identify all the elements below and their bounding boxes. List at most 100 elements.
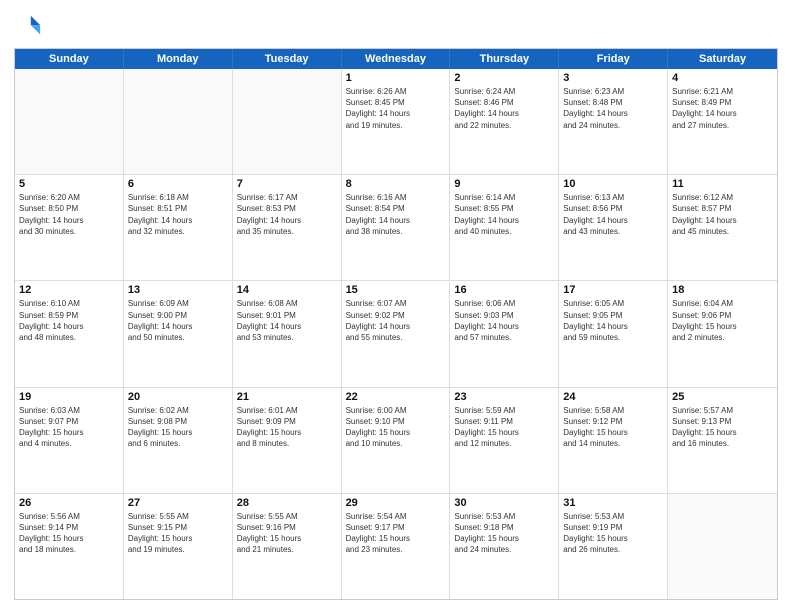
day-info: Sunrise: 6:14 AM Sunset: 8:55 PM Dayligh…: [454, 192, 554, 237]
day-number: 6: [128, 178, 228, 190]
day-cell: 18Sunrise: 6:04 AM Sunset: 9:06 PM Dayli…: [668, 281, 777, 386]
day-cell: 13 Sunrise: 6:09 AM Sunset: 9:00 PM Dayli…: [124, 281, 233, 386]
week-row-3: 12 Sunrise: 6:10 AM Sunset: 8:59 PM Dayli…: [15, 281, 777, 387]
day-cell: 24 Sunrise: 5:58 AM Sunset: 9:12 PM Dayli…: [559, 388, 668, 493]
day-cell: 3Sunrise: 6:23 AM Sunset: 8:48 PM Daylig…: [559, 69, 668, 174]
header: [14, 12, 778, 40]
day-header-tuesday: Tuesday: [233, 49, 342, 69]
day-number: 14: [237, 284, 337, 296]
day-number: 22: [346, 391, 446, 403]
day-cell: 4 Sunrise: 6:21 AM Sunset: 8:49 PM Daylig…: [668, 69, 777, 174]
day-info: Sunrise: 6:16 AM Sunset: 8:54 PM Dayligh…: [346, 192, 446, 237]
week-row-4: 19 Sunrise: 6:03 AM Sunset: 9:07 PM Dayli…: [15, 388, 777, 494]
day-cell: 29 Sunrise: 5:54 AM Sunset: 9:17 PM Dayli…: [342, 494, 451, 599]
day-header-thursday: Thursday: [450, 49, 559, 69]
page: SundayMondayTuesdayWednesdayThursdayFrid…: [0, 0, 792, 612]
day-number: 15: [346, 284, 446, 296]
day-info: Sunrise: 6:13 AM Sunset: 8:56 PM Dayligh…: [563, 192, 663, 237]
day-cell: 23 Sunrise: 5:59 AM Sunset: 9:11 PM Dayli…: [450, 388, 559, 493]
day-info: Sunrise: 6:26 AM Sunset: 8:45 PM Dayligh…: [346, 86, 446, 131]
day-headers: SundayMondayTuesdayWednesdayThursdayFrid…: [15, 49, 777, 69]
day-info: Sunrise: 6:03 AM Sunset: 9:07 PM Dayligh…: [19, 405, 119, 450]
day-number: 5: [19, 178, 119, 190]
day-cell: 9 Sunrise: 6:14 AM Sunset: 8:55 PM Daylig…: [450, 175, 559, 280]
day-cell: 6 Sunrise: 6:18 AM Sunset: 8:51 PM Daylig…: [124, 175, 233, 280]
day-cell: 25 Sunrise: 5:57 AM Sunset: 9:13 PM Dayli…: [668, 388, 777, 493]
day-number: 31: [563, 497, 663, 509]
day-number: 24: [563, 391, 663, 403]
day-cell: 22 Sunrise: 6:00 AM Sunset: 9:10 PM Dayli…: [342, 388, 451, 493]
day-number: 19: [19, 391, 119, 403]
calendar-body: 1 Sunrise: 6:26 AM Sunset: 8:45 PM Daylig…: [15, 69, 777, 599]
day-number: 20: [128, 391, 228, 403]
day-info: Sunrise: 6:21 AM Sunset: 8:49 PM Dayligh…: [672, 86, 773, 131]
week-row-1: 1 Sunrise: 6:26 AM Sunset: 8:45 PM Daylig…: [15, 69, 777, 175]
day-cell: 31 Sunrise: 5:53 AM Sunset: 9:19 PM Dayli…: [559, 494, 668, 599]
day-number: 11: [672, 178, 773, 190]
day-info: Sunrise: 6:00 AM Sunset: 9:10 PM Dayligh…: [346, 405, 446, 450]
day-info: Sunrise: 5:54 AM Sunset: 9:17 PM Dayligh…: [346, 511, 446, 556]
day-info: Sunrise: 6:24 AM Sunset: 8:46 PM Dayligh…: [454, 86, 554, 131]
day-info: Sunrise: 5:53 AM Sunset: 9:18 PM Dayligh…: [454, 511, 554, 556]
day-number: 26: [19, 497, 119, 509]
day-info: Sunrise: 5:57 AM Sunset: 9:13 PM Dayligh…: [672, 405, 773, 450]
day-number: 28: [237, 497, 337, 509]
day-cell: 27Sunrise: 5:55 AM Sunset: 9:15 PM Dayli…: [124, 494, 233, 599]
day-number: 17: [563, 284, 663, 296]
day-number: 10: [563, 178, 663, 190]
day-cell: [124, 69, 233, 174]
day-cell: 2Sunrise: 6:24 AM Sunset: 8:46 PM Daylig…: [450, 69, 559, 174]
day-header-sunday: Sunday: [15, 49, 124, 69]
logo-icon: [14, 12, 42, 40]
day-info: Sunrise: 6:10 AM Sunset: 8:59 PM Dayligh…: [19, 298, 119, 343]
day-number: 4: [672, 72, 773, 84]
day-number: 18: [672, 284, 773, 296]
day-cell: 20 Sunrise: 6:02 AM Sunset: 9:08 PM Dayli…: [124, 388, 233, 493]
day-number: 9: [454, 178, 554, 190]
day-number: 12: [19, 284, 119, 296]
day-number: 8: [346, 178, 446, 190]
day-cell: 7 Sunrise: 6:17 AM Sunset: 8:53 PM Daylig…: [233, 175, 342, 280]
day-number: 29: [346, 497, 446, 509]
day-info: Sunrise: 5:58 AM Sunset: 9:12 PM Dayligh…: [563, 405, 663, 450]
day-info: Sunrise: 5:55 AM Sunset: 9:15 PM Dayligh…: [128, 511, 228, 556]
day-number: 23: [454, 391, 554, 403]
day-cell: 1 Sunrise: 6:26 AM Sunset: 8:45 PM Daylig…: [342, 69, 451, 174]
day-info: Sunrise: 5:55 AM Sunset: 9:16 PM Dayligh…: [237, 511, 337, 556]
day-number: 21: [237, 391, 337, 403]
day-cell: 17 Sunrise: 6:05 AM Sunset: 9:05 PM Dayli…: [559, 281, 668, 386]
day-info: Sunrise: 6:17 AM Sunset: 8:53 PM Dayligh…: [237, 192, 337, 237]
day-cell: [668, 494, 777, 599]
day-cell: 14 Sunrise: 6:08 AM Sunset: 9:01 PM Dayli…: [233, 281, 342, 386]
calendar: SundayMondayTuesdayWednesdayThursdayFrid…: [14, 48, 778, 600]
day-info: Sunrise: 6:05 AM Sunset: 9:05 PM Dayligh…: [563, 298, 663, 343]
day-cell: 30 Sunrise: 5:53 AM Sunset: 9:18 PM Dayli…: [450, 494, 559, 599]
day-number: 16: [454, 284, 554, 296]
day-info: Sunrise: 6:09 AM Sunset: 9:00 PM Dayligh…: [128, 298, 228, 343]
day-number: 3: [563, 72, 663, 84]
day-info: Sunrise: 6:18 AM Sunset: 8:51 PM Dayligh…: [128, 192, 228, 237]
day-header-wednesday: Wednesday: [342, 49, 451, 69]
week-row-2: 5Sunrise: 6:20 AM Sunset: 8:50 PM Daylig…: [15, 175, 777, 281]
day-number: 1: [346, 72, 446, 84]
day-info: Sunrise: 5:59 AM Sunset: 9:11 PM Dayligh…: [454, 405, 554, 450]
day-info: Sunrise: 6:07 AM Sunset: 9:02 PM Dayligh…: [346, 298, 446, 343]
day-number: 25: [672, 391, 773, 403]
week-row-5: 26Sunrise: 5:56 AM Sunset: 9:14 PM Dayli…: [15, 494, 777, 599]
day-cell: 8 Sunrise: 6:16 AM Sunset: 8:54 PM Daylig…: [342, 175, 451, 280]
day-cell: 12 Sunrise: 6:10 AM Sunset: 8:59 PM Dayli…: [15, 281, 124, 386]
day-cell: 28 Sunrise: 5:55 AM Sunset: 9:16 PM Dayli…: [233, 494, 342, 599]
day-info: Sunrise: 6:01 AM Sunset: 9:09 PM Dayligh…: [237, 405, 337, 450]
day-number: 7: [237, 178, 337, 190]
day-cell: 19 Sunrise: 6:03 AM Sunset: 9:07 PM Dayli…: [15, 388, 124, 493]
day-info: Sunrise: 6:06 AM Sunset: 9:03 PM Dayligh…: [454, 298, 554, 343]
day-info: Sunrise: 6:02 AM Sunset: 9:08 PM Dayligh…: [128, 405, 228, 450]
day-info: Sunrise: 6:12 AM Sunset: 8:57 PM Dayligh…: [672, 192, 773, 237]
day-info: Sunrise: 6:08 AM Sunset: 9:01 PM Dayligh…: [237, 298, 337, 343]
day-info: Sunrise: 5:53 AM Sunset: 9:19 PM Dayligh…: [563, 511, 663, 556]
logo: [14, 12, 46, 40]
day-cell: 5Sunrise: 6:20 AM Sunset: 8:50 PM Daylig…: [15, 175, 124, 280]
day-number: 30: [454, 497, 554, 509]
day-cell: [233, 69, 342, 174]
day-number: 13: [128, 284, 228, 296]
